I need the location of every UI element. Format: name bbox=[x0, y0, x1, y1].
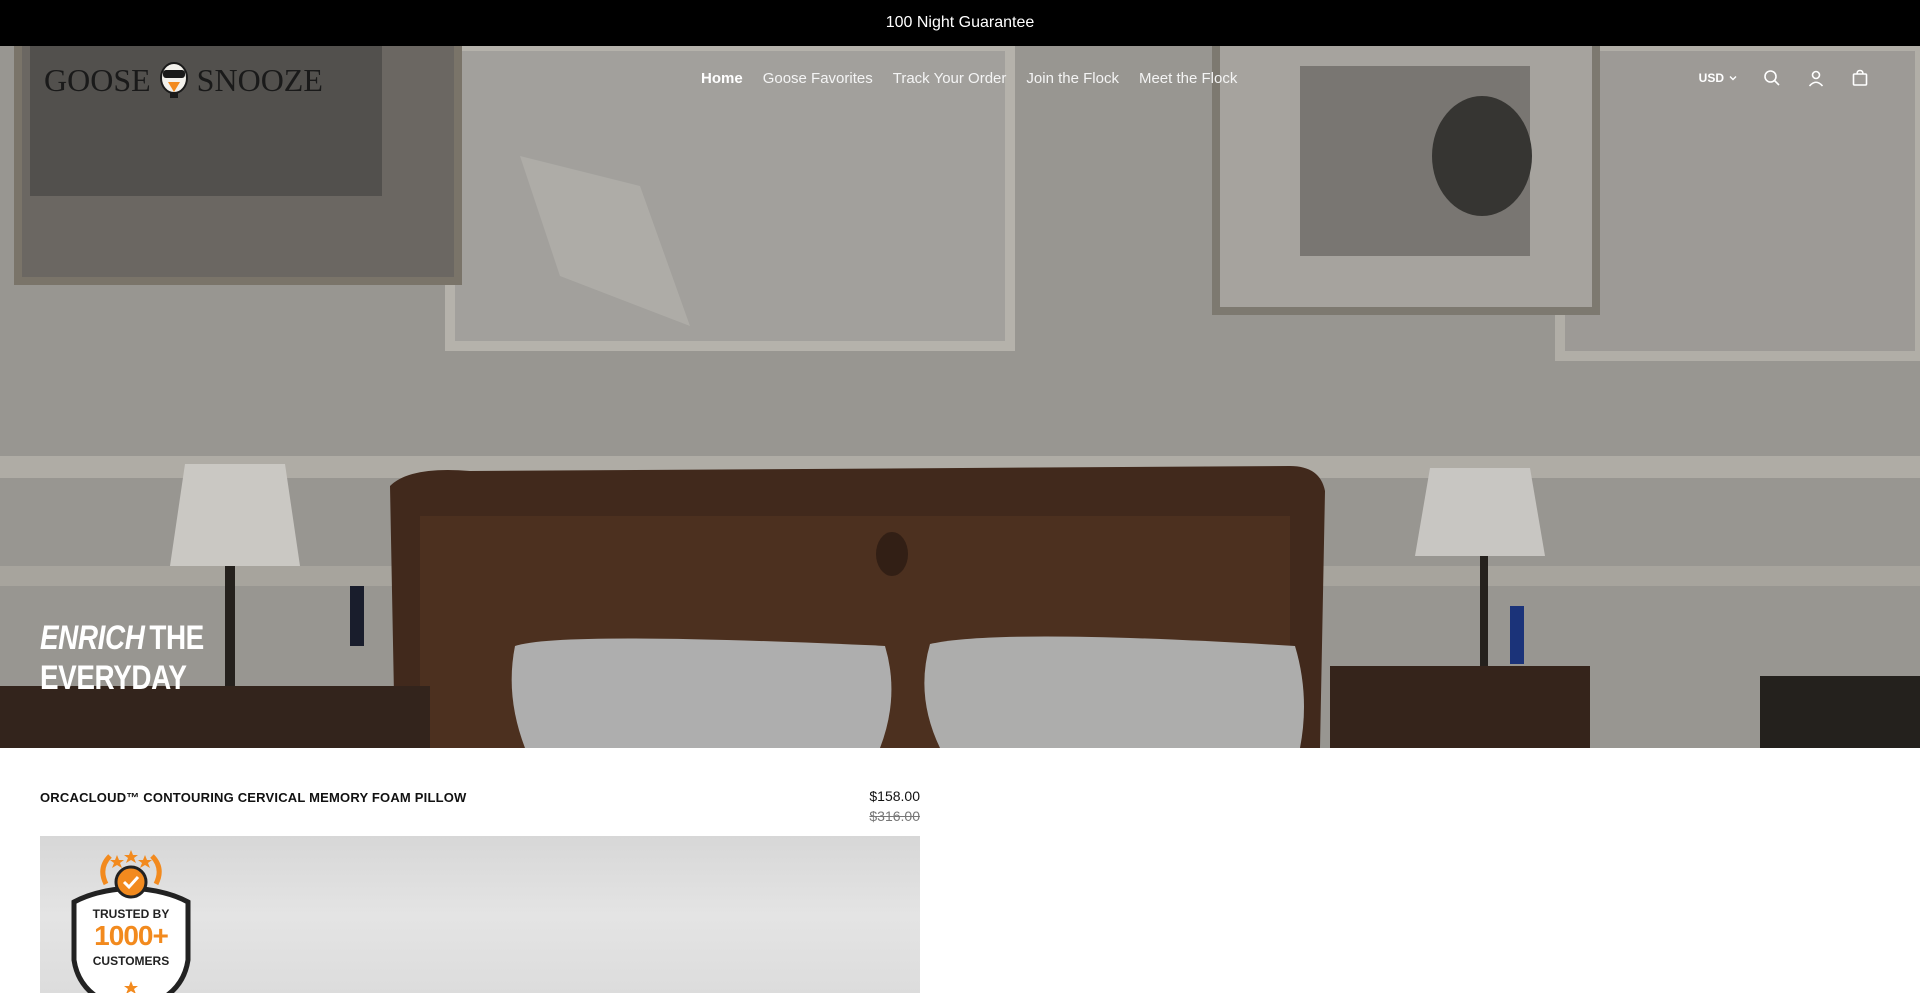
search-icon bbox=[1764, 70, 1780, 86]
header-tools: USD bbox=[1699, 68, 1870, 88]
badge-line1: TRUSTED BY bbox=[92, 907, 170, 921]
goose-mascot-icon bbox=[159, 62, 188, 98]
main-nav: Home Goose Favorites Track Your Order Jo… bbox=[701, 70, 1237, 87]
nav-meet-the-flock[interactable]: Meet the Flock bbox=[1139, 70, 1237, 87]
nav-track-your-order[interactable]: Track Your Order bbox=[893, 70, 1007, 87]
announcement-bar: 100 Night Guarantee bbox=[0, 0, 1920, 46]
product-image[interactable]: TRUSTED BY 1000+ CUSTOMERS bbox=[40, 836, 920, 993]
hero-headline-em: ENRICH bbox=[40, 619, 145, 657]
cart-button[interactable] bbox=[1850, 68, 1870, 88]
chevron-down-icon bbox=[1729, 76, 1737, 81]
nav-home[interactable]: Home bbox=[701, 70, 743, 87]
hero-headline-line1: ENRICH THE bbox=[40, 618, 204, 658]
product-price: $158.00 bbox=[869, 788, 920, 804]
search-button[interactable] bbox=[1762, 68, 1782, 88]
hero-banner bbox=[0, 46, 1920, 748]
logo-word-right: SNOOZE bbox=[196, 61, 323, 98]
site-header: GOOSE SNOOZE Home Goose Favorites Track … bbox=[0, 46, 1920, 112]
badge-line3: CUSTOMERS bbox=[92, 954, 170, 968]
announcement-text: 100 Night Guarantee bbox=[885, 14, 1035, 31]
brand-logo[interactable]: GOOSE SNOOZE bbox=[44, 60, 323, 100]
hero-bedroom-image bbox=[0, 46, 1920, 748]
cart-icon bbox=[1852, 69, 1868, 86]
hero-headline-rest: THE bbox=[149, 619, 204, 657]
account-icon bbox=[1808, 70, 1824, 87]
trusted-badge: TRUSTED BY 1000+ CUSTOMERS bbox=[70, 850, 192, 993]
product-name[interactable]: ORCACLOUD™ CONTOURING CERVICAL MEMORY FO… bbox=[40, 790, 467, 805]
product-compare-price: $316.00 bbox=[869, 808, 920, 824]
badge-line2: 1000+ bbox=[94, 920, 169, 951]
nav-goose-favorites[interactable]: Goose Favorites bbox=[763, 70, 873, 87]
account-button[interactable] bbox=[1806, 68, 1826, 88]
nav-join-the-flock[interactable]: Join the Flock bbox=[1026, 70, 1119, 87]
currency-selector[interactable]: USD bbox=[1699, 71, 1738, 85]
hero-headline: ENRICH THE EVERYDAY bbox=[40, 618, 204, 698]
currency-label: USD bbox=[1698, 71, 1724, 85]
logo-word-left: GOOSE bbox=[44, 61, 151, 98]
hero-headline-line2: EVERYDAY bbox=[40, 659, 187, 697]
